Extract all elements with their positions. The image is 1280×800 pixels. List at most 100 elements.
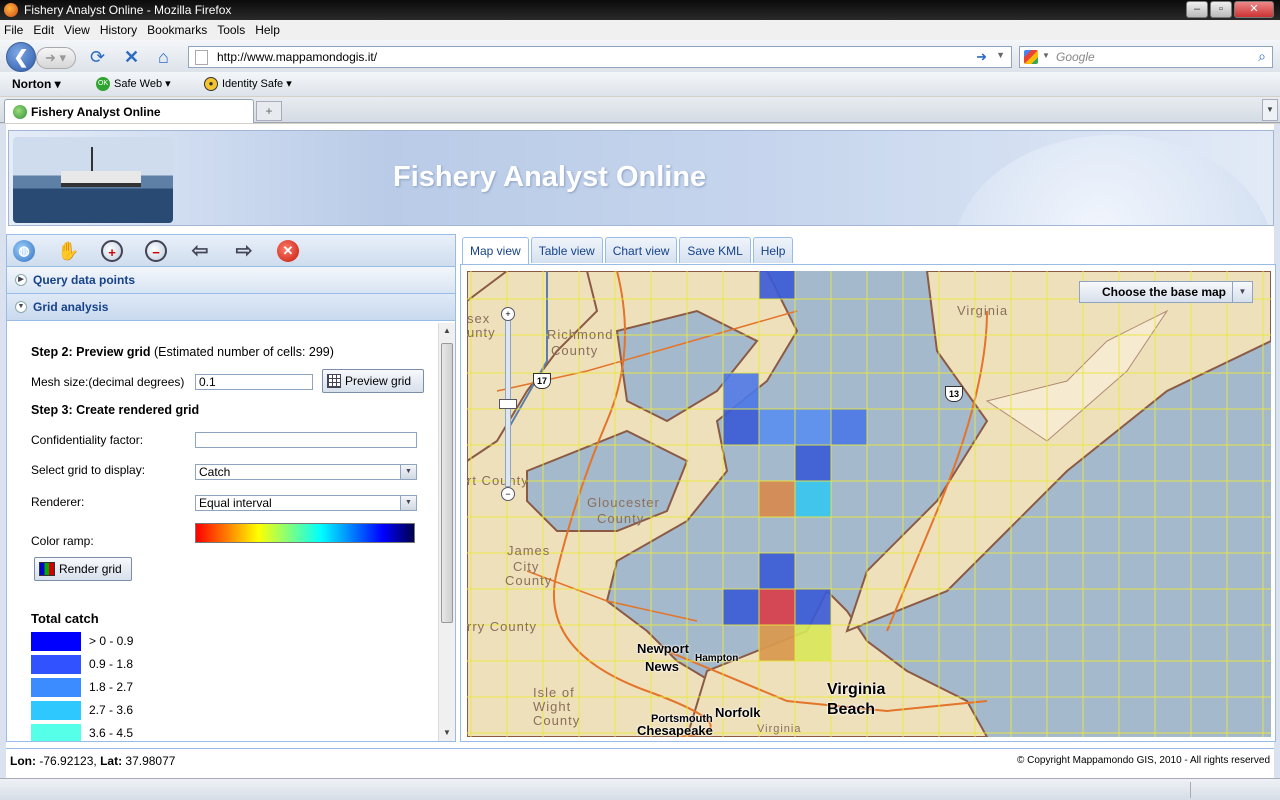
clear-icon[interactable]: ✕ (277, 239, 299, 262)
map-label: sex (467, 311, 491, 326)
zoom-in-icon[interactable]: + (101, 239, 123, 262)
browser-tab-label: Fishery Analyst Online (31, 104, 161, 119)
scroll-down-icon[interactable]: ▼ (439, 725, 455, 741)
tab-help[interactable]: Help (752, 237, 794, 263)
tab-chart-view[interactable]: Chart view (604, 237, 678, 263)
step2-heading: Step 2: Preview grid (Estimated number o… (31, 345, 334, 359)
stop-icon[interactable]: ✕ (124, 48, 139, 66)
map-label: rry County (467, 619, 537, 634)
legend-item: 1.8 - 2.7 (31, 677, 133, 697)
map-label: County (533, 713, 581, 728)
form-scrollbar[interactable]: ▲ ▼ (438, 323, 455, 741)
google-engine-icon[interactable] (1024, 50, 1038, 64)
legend-swatch (31, 723, 81, 741)
menu-view[interactable]: View (64, 23, 90, 37)
legend-swatch (31, 631, 81, 651)
zoom-out-icon[interactable]: − (145, 239, 167, 262)
menu-history[interactable]: History (100, 23, 137, 37)
map-label: Beach (827, 701, 876, 718)
scroll-up-icon[interactable]: ▲ (439, 323, 455, 339)
tab-table-view[interactable]: Table view (530, 237, 603, 263)
zoom-in-icon[interactable]: + (501, 307, 515, 321)
url-bar[interactable]: http://www.mappamondogis.it/ ➜ ▼ (188, 46, 1012, 68)
engine-dropdown-icon[interactable]: ▼ (1042, 51, 1050, 60)
map-label: Wight (533, 699, 572, 714)
accordion-grid-analysis[interactable]: ▼ Grid analysis (7, 294, 455, 321)
search-placeholder: Google (1056, 50, 1095, 64)
go-arrow-icon[interactable]: ➜ (976, 49, 987, 65)
map-canvas[interactable]: Virginia Richmond County sex unty rt Cou… (467, 271, 1271, 737)
zoom-thumb[interactable] (499, 399, 517, 409)
tab-map-view[interactable]: Map view (462, 237, 529, 264)
render-grid-icon (39, 562, 55, 576)
close-window-button[interactable]: ✕ (1234, 1, 1274, 18)
search-magnifier-icon[interactable]: ⌕ (1258, 48, 1266, 65)
render-grid-button[interactable]: Render grid (34, 557, 132, 581)
legend-item: 0.9 - 1.8 (31, 654, 133, 674)
menu-help[interactable]: Help (255, 23, 280, 37)
forward-arrow-icon: ➜ ▾ (45, 50, 67, 65)
chevron-down-icon[interactable]: ▼ (400, 496, 416, 510)
zoom-slider[interactable]: + − (499, 307, 517, 501)
zoom-out-icon[interactable]: − (501, 487, 515, 501)
chevron-down-icon[interactable]: ▼ (400, 465, 416, 479)
chevron-down-icon: ▼ (1266, 105, 1274, 114)
window-title: Fishery Analyst Online - Mozilla Firefox (24, 3, 232, 17)
maximize-button[interactable]: ▫ (1210, 1, 1232, 18)
new-tab-button[interactable]: + (256, 101, 282, 121)
tab-list-button[interactable]: ▼ (1262, 99, 1278, 121)
map-label: County (551, 343, 599, 358)
back-button[interactable]: ❮ (6, 42, 36, 72)
globe-icon[interactable]: ◍ (13, 239, 35, 262)
accordion-query-data-points[interactable]: ▶ Query data points (7, 267, 455, 294)
tab-save-kml[interactable]: Save KML (679, 237, 751, 263)
pan-hand-icon[interactable]: ✋ (57, 240, 79, 262)
app-banner: Fishery Analyst Online (8, 130, 1274, 226)
map-label: Richmond (547, 327, 614, 342)
map-label: James (507, 543, 551, 558)
map-label: Norfolk (715, 705, 761, 720)
scroll-thumb[interactable] (441, 343, 453, 623)
chevron-down-icon[interactable]: ▼ (1232, 282, 1252, 302)
color-ramp-swatch[interactable] (195, 523, 415, 543)
map-tabs: Map view Table view Chart view Save KML … (462, 237, 795, 264)
estimated-cells-note: (Estimated number of cells: 299) (153, 345, 334, 359)
copyright-text: © Copyright Mappamondo GIS, 2010 - All r… (1016, 755, 1270, 766)
choose-base-map-button[interactable]: Choose the base map ▼ (1078, 281, 1253, 303)
next-extent-icon[interactable]: ⇨ (233, 240, 255, 262)
route-13-shield: 13 (945, 386, 963, 402)
reload-icon[interactable]: ⟳ (90, 48, 105, 66)
grid-analysis-form: Step 2: Preview grid (Estimated number o… (7, 323, 439, 741)
menu-edit[interactable]: Edit (33, 23, 54, 37)
map-panel: Virginia Richmond County sex unty rt Cou… (460, 264, 1276, 742)
map-label: Hampton (695, 653, 739, 664)
map-label: County (597, 511, 645, 526)
grid-select[interactable]: Catch ▼ (195, 464, 417, 480)
tab-favicon-icon (13, 105, 27, 119)
confidentiality-input[interactable] (195, 432, 417, 448)
menu-file[interactable]: File (4, 23, 23, 37)
search-bar[interactable]: ▼ Google ⌕ (1019, 46, 1273, 68)
legend-item: 2.7 - 3.6 (31, 700, 133, 720)
browser-tab[interactable]: Fishery Analyst Online (4, 99, 254, 123)
identity-safe-menu[interactable]: ● Identity Safe ▾ (204, 77, 292, 92)
map-label: Chesapeake (637, 723, 713, 737)
home-icon[interactable]: ⌂ (158, 48, 169, 66)
resize-grip[interactable] (1190, 782, 1278, 798)
forward-button[interactable]: ➜ ▾ (36, 47, 76, 69)
map-label: Isle of (533, 685, 575, 700)
renderer-select[interactable]: Equal interval ▼ (195, 495, 417, 511)
url-dropdown-icon[interactable]: ▼ (996, 50, 1005, 60)
legend-item: > 0 - 0.9 (31, 631, 133, 651)
minimize-button[interactable]: – (1186, 1, 1208, 18)
mesh-size-input[interactable]: 0.1 (195, 374, 313, 390)
previous-extent-icon[interactable]: ⇦ (189, 240, 211, 262)
menu-tools[interactable]: Tools (217, 23, 245, 37)
preview-grid-button[interactable]: Preview grid (322, 369, 424, 393)
globe-graphic (953, 135, 1273, 225)
safe-web-menu[interactable]: OK Safe Web ▾ (96, 77, 171, 92)
grid-select-label: Select grid to display: (31, 463, 146, 477)
norton-menu[interactable]: Norton ▾ (12, 77, 61, 91)
confidentiality-label: Confidentiality factor: (31, 433, 144, 447)
menu-bookmarks[interactable]: Bookmarks (147, 23, 207, 37)
